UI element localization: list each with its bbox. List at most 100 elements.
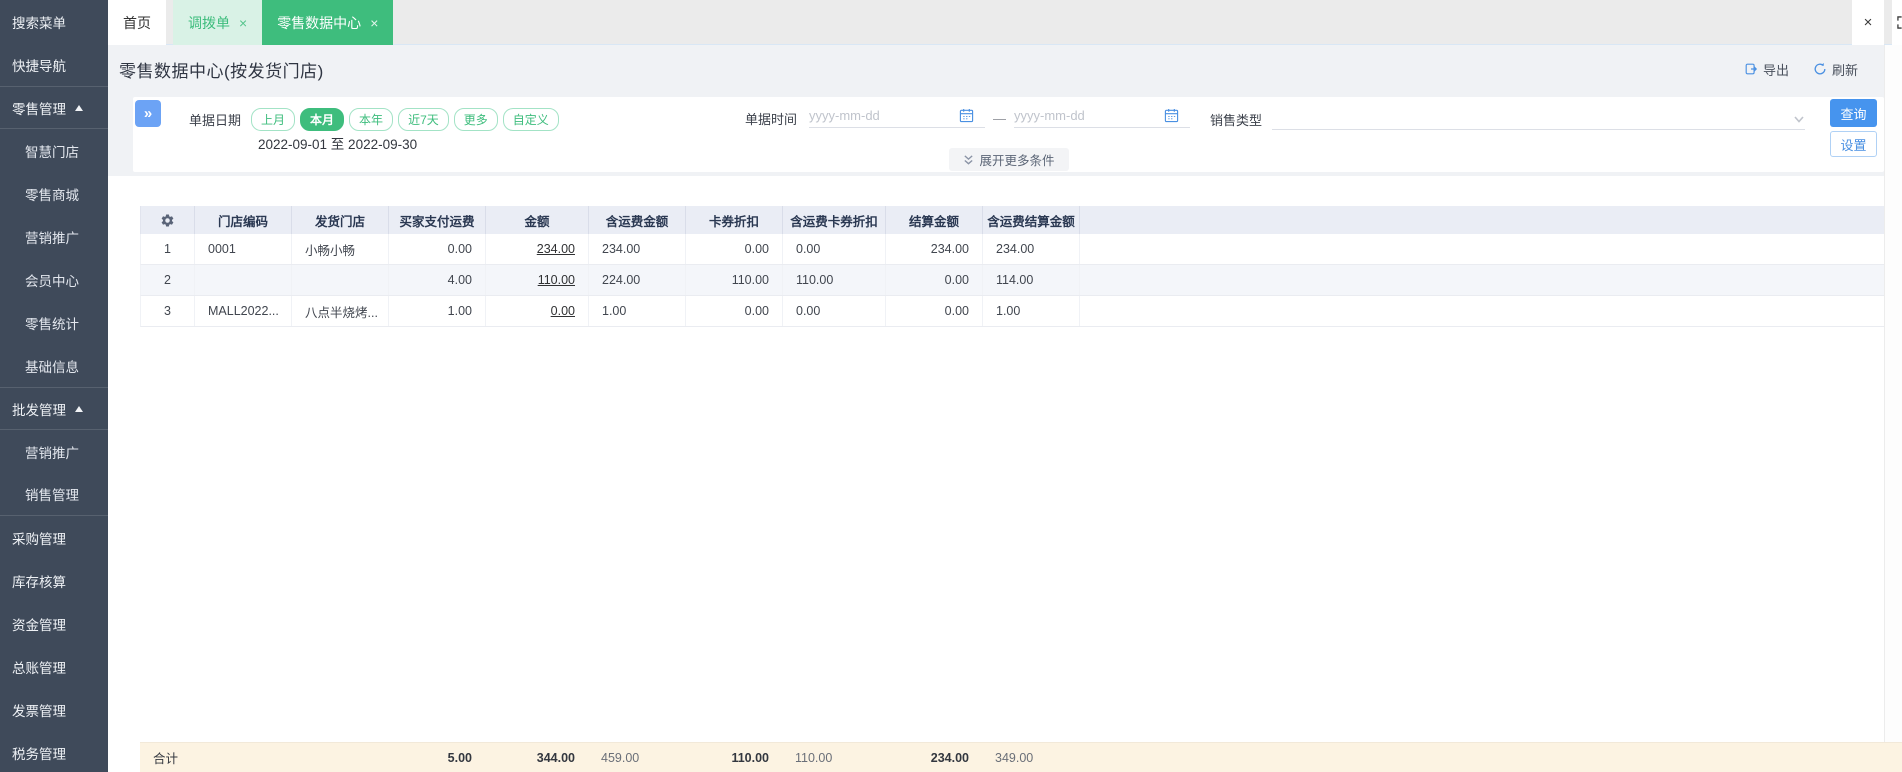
- calendar-icon[interactable]: [1164, 108, 1179, 123]
- cell-settle-amount: 234.00: [886, 234, 983, 264]
- export-label: 导出: [1762, 62, 1789, 78]
- range-pill-本月[interactable]: 本月: [300, 108, 345, 131]
- cell-amount-incl-shipping: 224.00: [589, 265, 686, 295]
- sidebar-item-营销推广[interactable]: 营销推广: [0, 215, 108, 258]
- settings-button[interactable]: 设置: [1830, 131, 1877, 157]
- query-button[interactable]: 查询: [1830, 99, 1877, 127]
- export-icon: [1745, 63, 1758, 75]
- sidebar-item-营销推广[interactable]: 营销推广: [0, 430, 108, 473]
- sidebar-item-发票管理[interactable]: 发票管理: [0, 688, 108, 731]
- date-range-separator: —: [993, 110, 1007, 126]
- selected-date-range: 2022-09-01 至 2022-09-30: [258, 137, 418, 152]
- summary-buyer-shipping-fee: 5.00: [447, 750, 472, 765]
- tab-close-icon[interactable]: ×: [239, 16, 247, 30]
- sidebar-item-资金管理[interactable]: 资金管理: [0, 602, 108, 645]
- cell-rownum: 2: [141, 265, 195, 295]
- column-header-rownum[interactable]: [141, 206, 195, 234]
- sidebar-item-会员中心[interactable]: 会员中心: [0, 258, 108, 301]
- title-bar-actions: 导出 刷新: [1744, 60, 1858, 79]
- cell-buyer-shipping-fee: 0.00: [389, 234, 486, 264]
- sidebar-item-零售管理[interactable]: 零售管理: [0, 86, 108, 129]
- table-row[interactable]: 2 4.00 110.00 224.00 110.00 110.00 0.00 114.00: [140, 265, 1902, 296]
- refresh-button[interactable]: 刷新: [1813, 60, 1858, 79]
- range-pill-上月[interactable]: 上月: [251, 108, 296, 131]
- column-header-coupon-discount-incl-shipping: 含运费卡券折扣: [783, 206, 886, 234]
- sidebar-item-label: 总账管理: [12, 660, 66, 676]
- range-pill-更多[interactable]: 更多: [453, 108, 498, 131]
- gear-icon: [161, 214, 174, 226]
- expand-more-conditions-button[interactable]: 展开更多条件: [948, 148, 1069, 171]
- sidebar-item-采购管理[interactable]: 采购管理: [0, 516, 108, 559]
- cell-amount[interactable]: 234.00: [486, 234, 589, 264]
- calendar-icon[interactable]: [959, 108, 974, 123]
- sidebar-item-label: 资金管理: [12, 617, 66, 633]
- sidebar-item-label: 搜索菜单: [12, 15, 66, 31]
- column-header-amount-incl-shipping: 含运费金额: [589, 206, 686, 234]
- tab-首页[interactable]: 首页: [108, 0, 166, 45]
- sidebar-item-label: 发票管理: [12, 703, 66, 719]
- tab-label: 零售数据中心: [277, 14, 362, 31]
- sidebar-item-基础信息[interactable]: 基础信息: [0, 344, 108, 387]
- sidebar-item-税务管理[interactable]: 税务管理: [0, 731, 108, 772]
- cell-coupon-discount: 0.00: [686, 296, 783, 326]
- cell-store-code: [195, 265, 292, 295]
- table-row[interactable]: 3 MALL2022... 八点半烧烤... 1.00 0.00 1.00 0.00 0.00…: [140, 296, 1902, 327]
- sidebar-item-零售商城[interactable]: 零售商城: [0, 172, 108, 215]
- sidebar-item-搜索菜单[interactable]: 搜索菜单: [0, 0, 108, 43]
- data-table-panel: 门店编码 发货门店 买家支付运费 金额 含运费金额 卡券折扣 含运费卡券折扣 结算金额 含运费结…: [108, 176, 1902, 772]
- tab-close-icon[interactable]: ×: [370, 16, 378, 30]
- range-pill-自定义[interactable]: 自定义: [502, 108, 559, 131]
- cell-settle-amount-incl-shipping: 1.00: [983, 296, 1080, 326]
- collapse-filter-button[interactable]: »: [135, 100, 161, 127]
- cell-settle-amount-incl-shipping: 234.00: [983, 234, 1080, 264]
- cell-ship-store: [292, 265, 389, 295]
- triangle-up-icon: [75, 405, 83, 412]
- sales-type-select[interactable]: [1272, 108, 1806, 130]
- doc-date-filter: 单据日期 上月 本月 本年 近7天 更多 自定义 2022-09-01 至 2022-09…: [189, 108, 564, 153]
- tab-bar: 首页 调拨单 × 零售数据中心 × ×: [108, 0, 1902, 45]
- cell-coupon-discount-incl-shipping: 0.00: [783, 296, 886, 326]
- sidebar-item-库存核算[interactable]: 库存核算: [0, 559, 108, 602]
- window-close-button[interactable]: ×: [1852, 0, 1884, 45]
- cell-coupon-discount: 110.00: [686, 265, 783, 295]
- date-from-input[interactable]: [809, 108, 960, 123]
- chevron-down-icon: [1794, 115, 1804, 123]
- cell-buyer-shipping-fee: 4.00: [389, 265, 486, 295]
- range-pill-本年[interactable]: 本年: [349, 108, 394, 131]
- export-button[interactable]: 导出: [1744, 60, 1789, 79]
- fullscreen-icon: [1897, 16, 1902, 29]
- sidebar-item-批发管理[interactable]: 批发管理: [0, 387, 108, 430]
- summary-store-code: [194, 743, 291, 772]
- column-header-amount: 金额: [486, 206, 589, 234]
- sidebar-item-快捷导航[interactable]: 快捷导航: [0, 43, 108, 86]
- cell-coupon-discount-incl-shipping: 110.00: [783, 265, 886, 295]
- vertical-scrollbar[interactable]: [1884, 45, 1902, 742]
- sidebar-item-零售统计[interactable]: 零售统计: [0, 301, 108, 344]
- tab-调拨单[interactable]: 调拨单 ×: [173, 0, 263, 45]
- table-row[interactable]: 1 0001 小畅小畅 0.00 234.00 234.00 0.00 0.00 234.00 2…: [140, 234, 1902, 265]
- sales-type-label: 销售类型: [1210, 112, 1263, 128]
- range-pill-近7天[interactable]: 近7天: [398, 108, 449, 131]
- tab-零售数据中心[interactable]: 零售数据中心 ×: [262, 0, 394, 45]
- date-to-input[interactable]: [1014, 108, 1165, 123]
- sidebar-item-智慧门店[interactable]: 智慧门店: [0, 129, 108, 172]
- sidebar-item-label: 基础信息: [25, 359, 79, 375]
- fullscreen-button[interactable]: [1892, 0, 1902, 45]
- sidebar-item-label: 零售管理: [12, 101, 66, 117]
- sidebar-item-销售管理[interactable]: 销售管理: [0, 473, 108, 516]
- cell-ship-store: 八点半烧烤...: [292, 296, 389, 326]
- sidebar-item-label: 批发管理: [12, 402, 66, 418]
- content-area: » 单据日期 上月 本月 本年 近7天 更多 自定义 2022-09-01 至 2022-…: [108, 93, 1902, 772]
- cell-amount[interactable]: 110.00: [486, 265, 589, 295]
- cell-amount[interactable]: 0.00: [486, 296, 589, 326]
- tab-label: 调拨单: [188, 14, 230, 31]
- sidebar-item-label: 营销推广: [25, 230, 79, 246]
- summary-settle-amount-incl-shipping: 349.00: [995, 750, 1034, 765]
- title-bar: 零售数据中心(按发货门店) 导出 刷新: [108, 45, 1902, 93]
- sidebar-item-总账管理[interactable]: 总账管理: [0, 645, 108, 688]
- cell-coupon-discount-incl-shipping: 0.00: [783, 234, 886, 264]
- cell-settle-amount: 0.00: [886, 265, 983, 295]
- summary-total-label: 合计: [153, 752, 179, 766]
- cell-buyer-shipping-fee: 1.00: [389, 296, 486, 326]
- sidebar-item-label: 零售统计: [25, 316, 79, 332]
